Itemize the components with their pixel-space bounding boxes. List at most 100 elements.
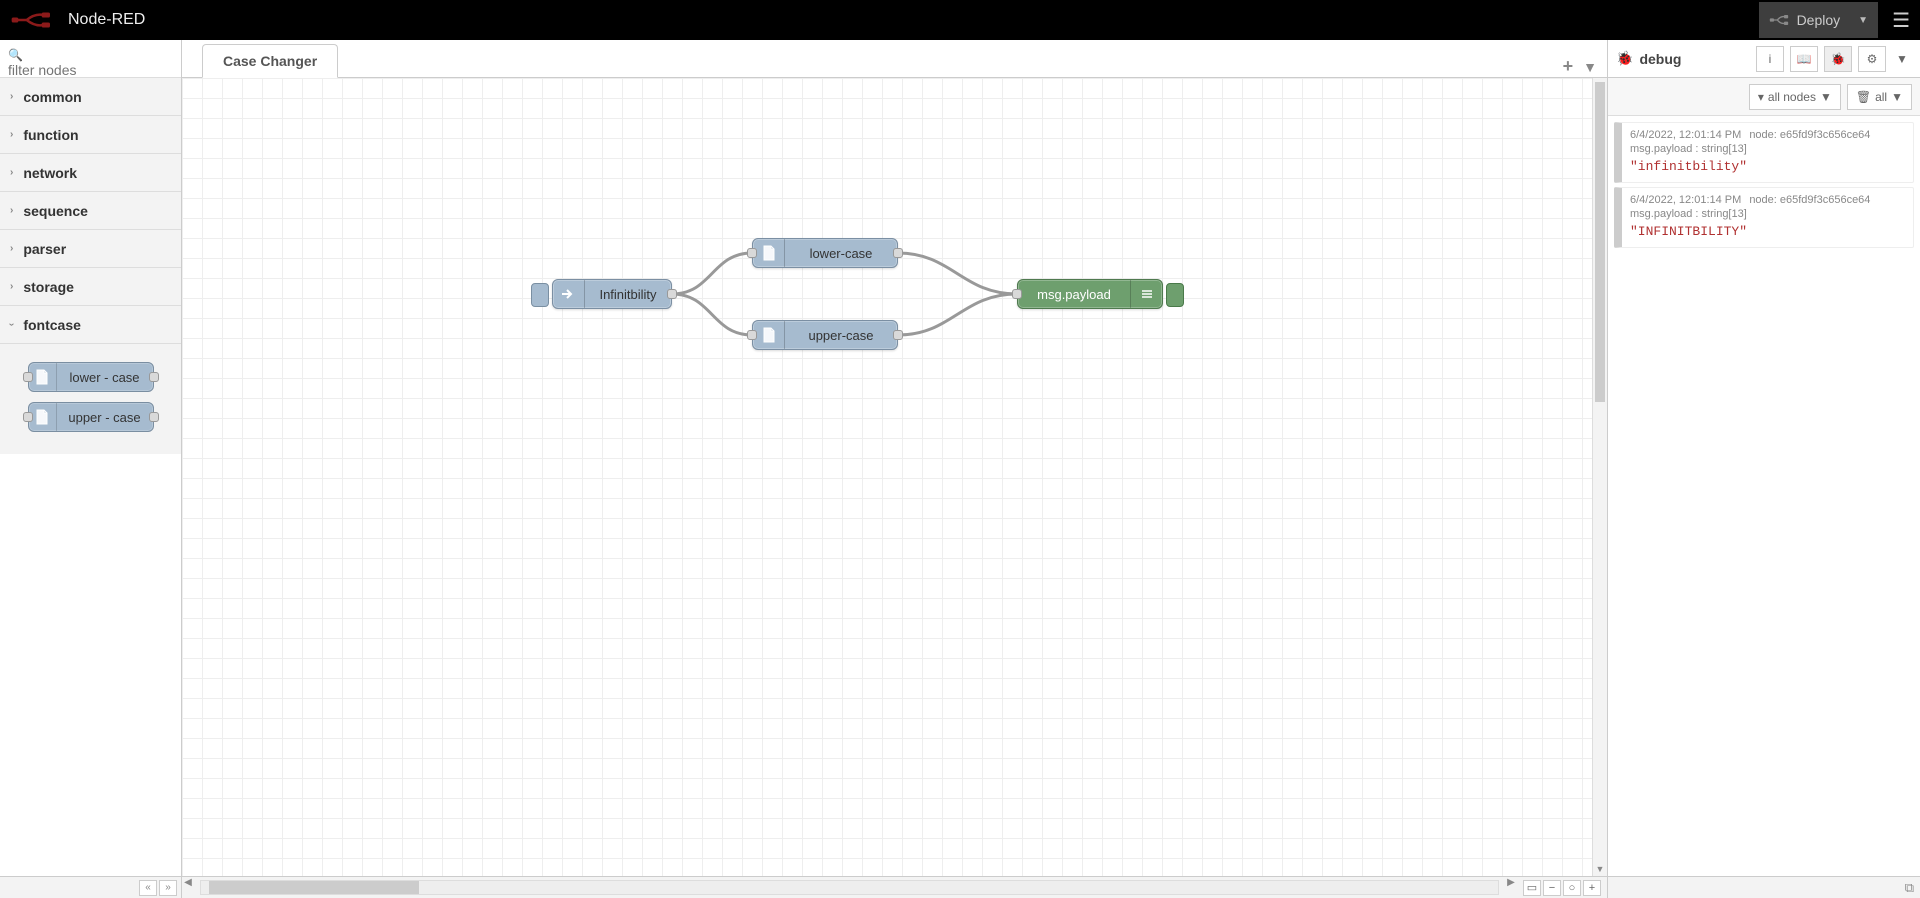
node-port-in[interactable] [1012, 289, 1022, 299]
workspace: Case Changer + ▼ [182, 40, 1608, 898]
canvas-vertical-scrollbar[interactable]: ▼ [1592, 78, 1607, 876]
debug-timestamp: 6/4/2022, 12:01:14 PM [1630, 129, 1741, 141]
node-port-out[interactable] [667, 289, 677, 299]
view-navigator-button[interactable]: ▭ [1523, 880, 1541, 896]
flow-canvas[interactable]: Infinitbility lower-case [182, 78, 1607, 876]
flow-wires [182, 78, 1607, 876]
category-function[interactable]: › function [0, 116, 181, 154]
chevron-right-icon: › [10, 91, 13, 102]
debug-value: "infinitbility" [1630, 159, 1905, 174]
sidebar: 🐞 debug i 📖 🐞 ⚙ ▼ ▾ all nodes ▼ 🗑 all ▼ [1608, 40, 1920, 898]
file-icon [753, 239, 785, 267]
sidebar-tab-info[interactable]: i [1756, 46, 1784, 72]
category-label: function [23, 127, 78, 143]
sidebar-tab-menu[interactable]: ▼ [1892, 46, 1912, 72]
inject-trigger-button[interactable] [531, 283, 549, 307]
category-parser[interactable]: ›parser [0, 230, 181, 268]
deploy-button[interactable]: Deploy ▼ [1759, 2, 1879, 38]
node-label: Infinitbility [585, 287, 671, 302]
category-network[interactable]: ›network [0, 154, 181, 192]
palette-filter: 🔍 [0, 40, 181, 78]
debug-clear-button[interactable]: 🗑 all ▼ [1847, 84, 1912, 110]
chevron-down-icon: ▼ [1891, 90, 1903, 104]
category-sequence[interactable]: ›sequence [0, 192, 181, 230]
debug-clear-label: all [1875, 90, 1887, 104]
debug-toggle-button[interactable] [1166, 283, 1184, 307]
sidebar-tab-config[interactable]: ⚙ [1858, 46, 1886, 72]
debug-path: msg.payload : string[13] [1630, 208, 1905, 220]
debug-node-id: node: e65fd9f3c656ce64 [1749, 194, 1870, 206]
node-port-out[interactable] [893, 330, 903, 340]
node-port[interactable] [149, 412, 159, 422]
debug-timestamp: 6/4/2022, 12:01:14 PM [1630, 194, 1741, 206]
zoom-in-button[interactable]: + [1583, 880, 1601, 896]
node-port-in[interactable] [747, 330, 757, 340]
node-upper-case[interactable]: upper-case [752, 320, 898, 350]
node-port[interactable] [23, 372, 33, 382]
open-window-button[interactable]: ⧉ [1905, 880, 1914, 896]
chevron-right-icon: › [10, 205, 13, 216]
filter-nodes-input[interactable] [8, 62, 173, 78]
debug-node-id: node: e65fd9f3c656ce64 [1749, 129, 1870, 141]
debug-value: "INFINITBILITY" [1630, 224, 1905, 239]
palette-collapse-all-button[interactable]: « [139, 880, 157, 896]
palette-expand-all-button[interactable]: » [159, 880, 177, 896]
palette-node-lower-case[interactable]: lower - case [28, 362, 154, 392]
file-icon [29, 403, 57, 431]
debug-message[interactable]: 6/4/2022, 12:01:14 PM node: e65fd9f3c656… [1614, 187, 1914, 248]
node-port-out[interactable] [893, 248, 903, 258]
scroll-left-button[interactable]: ◀ [182, 877, 194, 898]
flow-tab-case-changer[interactable]: Case Changer [202, 44, 338, 78]
debug-filter-button[interactable]: ▾ all nodes ▼ [1749, 84, 1841, 110]
debug-filter-label: all nodes [1768, 90, 1816, 104]
category-label: fontcase [23, 317, 81, 333]
main-menu-button[interactable]: ☰ [1892, 8, 1910, 33]
palette-node-upper-case[interactable]: upper - case [28, 402, 154, 432]
palette: 🔍 ›common › function ›network ›sequence ›… [0, 40, 182, 898]
workspace-footer: ◀ ▶ ▭ − ○ + [182, 876, 1607, 898]
palette-node-label: upper - case [57, 410, 153, 425]
deploy-icon [1769, 13, 1789, 27]
file-icon [753, 321, 785, 349]
node-debug-msg-payload[interactable]: msg.payload [1017, 279, 1163, 309]
category-common[interactable]: ›common [0, 78, 181, 116]
category-label: parser [23, 241, 66, 257]
chevron-down-icon: ▼ [1858, 15, 1868, 26]
canvas-scroll[interactable]: Infinitbility lower-case [182, 78, 1607, 876]
sidebar-tab-help[interactable]: 📖 [1790, 46, 1818, 72]
node-port[interactable] [23, 412, 33, 422]
flow-menu-button[interactable]: ▼ [1583, 59, 1597, 75]
category-storage[interactable]: ›storage [0, 268, 181, 306]
node-label: msg.payload [1018, 287, 1130, 302]
canvas-horizontal-scrollbar[interactable] [200, 880, 1499, 895]
scroll-right-button[interactable]: ▶ [1505, 877, 1517, 898]
chevron-right-icon: › [10, 167, 13, 178]
node-port-in[interactable] [747, 248, 757, 258]
filter-icon: ▾ [1758, 90, 1764, 104]
zoom-reset-button[interactable]: ○ [1563, 880, 1581, 896]
debug-toolbar: ▾ all nodes ▼ 🗑 all ▼ [1608, 78, 1920, 116]
chevron-right-icon: › [10, 129, 13, 140]
debug-message-list[interactable]: 6/4/2022, 12:01:14 PM node: e65fd9f3c656… [1608, 116, 1920, 876]
add-flow-button[interactable]: + [1563, 56, 1574, 77]
chevron-right-icon: › [10, 281, 13, 292]
app-title: Node-RED [68, 11, 145, 29]
app-header: Node-RED Deploy ▼ ☰ [0, 0, 1920, 40]
node-label: upper-case [785, 328, 897, 343]
sidebar-tab-debug[interactable]: 🐞 [1824, 46, 1852, 72]
chevron-down-icon: › [6, 323, 17, 326]
category-fontcase[interactable]: › fontcase [0, 306, 181, 344]
fontcase-node-list: lower - case upper - case [0, 344, 181, 454]
debug-message[interactable]: 6/4/2022, 12:01:14 PM node: e65fd9f3c656… [1614, 122, 1914, 183]
zoom-out-button[interactable]: − [1543, 880, 1561, 896]
logo-icon [10, 10, 60, 30]
sidebar-footer: ⧉ [1608, 876, 1920, 898]
node-port[interactable] [149, 372, 159, 382]
node-lower-case[interactable]: lower-case [752, 238, 898, 268]
trash-icon: 🗑 [1856, 90, 1871, 104]
tab-label: Case Changer [223, 53, 317, 69]
node-label: lower-case [785, 246, 897, 261]
node-inject-infinitbility[interactable]: Infinitbility [552, 279, 672, 309]
sidebar-title: debug [1639, 51, 1681, 67]
inject-icon [553, 280, 585, 308]
